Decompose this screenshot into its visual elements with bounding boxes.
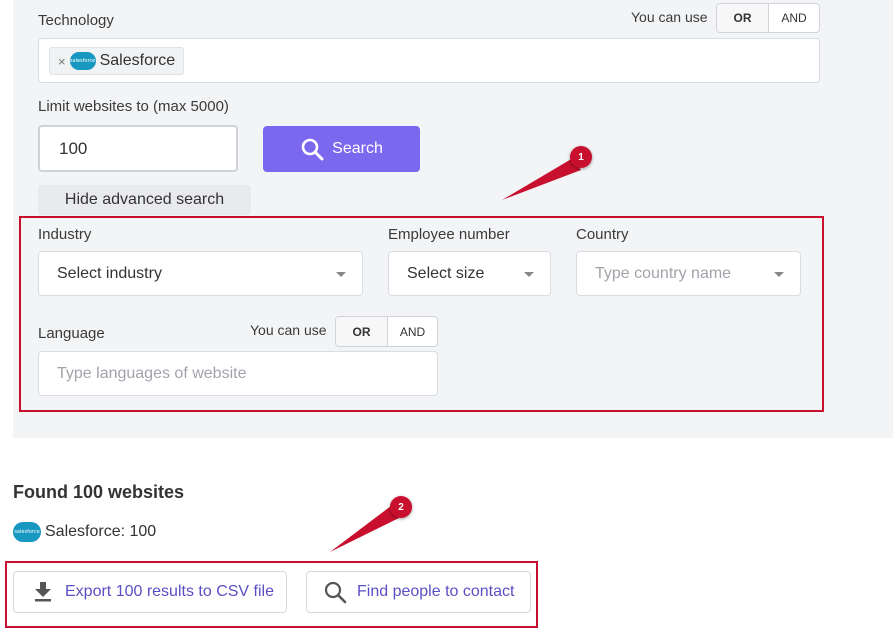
results-summary: salesforce Salesforce: 100 bbox=[13, 522, 156, 542]
chip-label: Salesforce bbox=[99, 52, 176, 69]
limit-label: Limit websites to (max 5000) bbox=[38, 98, 229, 115]
search-button-label: Search bbox=[332, 140, 383, 157]
annotation-frame-advanced bbox=[19, 216, 824, 412]
technology-input[interactable]: × salesforce Salesforce bbox=[38, 38, 820, 83]
salesforce-logo-icon: salesforce bbox=[13, 522, 41, 542]
technology-logic-toggle: OR AND bbox=[716, 3, 820, 33]
annotation-badge-1: 1 bbox=[570, 146, 592, 168]
technology-hint: You can use bbox=[631, 9, 708, 25]
salesforce-logo-icon: salesforce bbox=[69, 52, 96, 70]
technology-chip: × salesforce Salesforce bbox=[49, 47, 185, 75]
results-heading: Found 100 websites bbox=[13, 482, 185, 502]
hide-advanced-search-button[interactable]: Hide advanced search bbox=[38, 185, 251, 215]
chip-remove-icon[interactable]: × bbox=[58, 54, 66, 69]
technology-label: Technology bbox=[38, 12, 114, 29]
annotation-frame-actions bbox=[5, 561, 538, 628]
technology-or-button[interactable]: OR bbox=[717, 4, 769, 32]
limit-input-value: 100 bbox=[59, 139, 88, 158]
search-icon bbox=[301, 138, 324, 161]
search-button[interactable]: Search bbox=[263, 126, 420, 172]
annotation-badge-2: 2 bbox=[390, 496, 412, 518]
technology-and-button[interactable]: AND bbox=[769, 4, 819, 32]
results-summary-text: Salesforce: 100 bbox=[45, 523, 157, 540]
limit-input[interactable]: 100 bbox=[38, 125, 238, 172]
